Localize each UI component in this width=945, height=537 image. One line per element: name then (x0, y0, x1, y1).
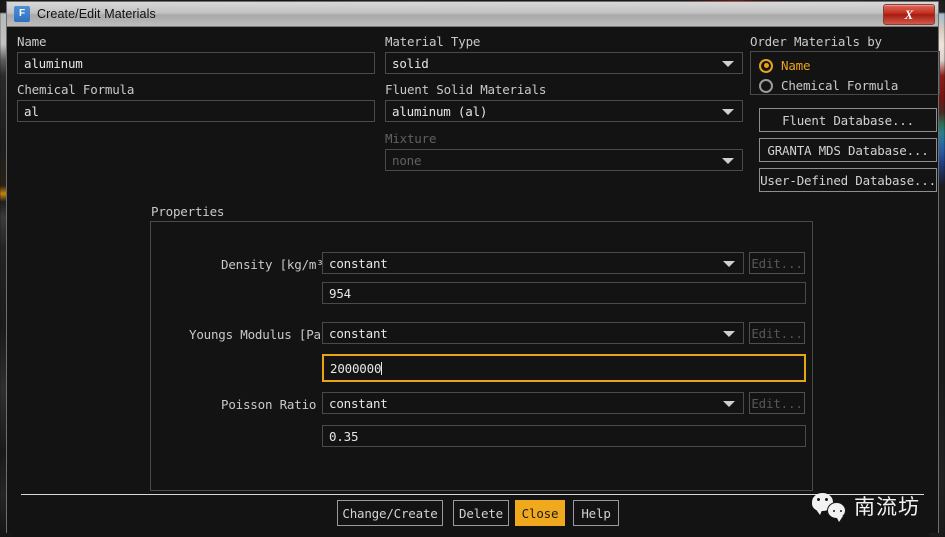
poisson-ratio-edit-button: Edit... (749, 392, 805, 414)
density-label: Density [kg/m³] (221, 257, 331, 272)
fluent-app-icon: F (14, 6, 30, 22)
radio-order-by-name-label: Name (781, 58, 810, 73)
mixture-value: none (392, 153, 421, 168)
delete-button[interactable]: Delete (453, 500, 509, 526)
material-type-label: Material Type (385, 34, 480, 49)
dialog-titlebar[interactable]: F Create/Edit Materials X (7, 2, 938, 27)
density-edit-button: Edit... (749, 252, 805, 274)
close-button[interactable]: Close (515, 500, 565, 526)
user-defined-database-button[interactable]: User-Defined Database... (759, 168, 937, 192)
density-method-value: constant (329, 256, 388, 271)
name-label: Name (17, 34, 46, 49)
chevron-down-icon (722, 61, 734, 67)
chevron-down-icon (722, 158, 734, 164)
order-materials-by-label: Order Materials by (750, 34, 882, 49)
material-type-dropdown[interactable]: solid (385, 52, 743, 74)
change-create-button[interactable]: Change/Create (337, 500, 443, 526)
radio-order-by-chemical-formula[interactable]: Chemical Formula (759, 76, 939, 95)
granta-mds-database-button[interactable]: GRANTA MDS Database... (759, 138, 937, 162)
name-input[interactable]: aluminum (17, 52, 375, 74)
mixture-dropdown: none (385, 149, 743, 171)
radio-unselected-icon (759, 79, 773, 93)
poisson-ratio-value-input[interactable]: 0.35 (322, 425, 806, 447)
material-type-value: solid (392, 56, 429, 71)
order-materials-by-group: Name Chemical Formula (750, 51, 940, 95)
chemical-formula-input[interactable]: al (17, 100, 375, 122)
fluent-database-button[interactable]: Fluent Database... (759, 108, 937, 132)
close-window-icon[interactable]: X (883, 4, 935, 25)
chevron-down-icon (723, 331, 735, 337)
density-method-dropdown[interactable]: constant (322, 252, 744, 274)
youngs-modulus-method-value: constant (329, 326, 388, 341)
poisson-ratio-method-value: constant (329, 396, 388, 411)
watermark: 南流坊 (812, 491, 920, 521)
density-value-input[interactable]: 954 (322, 282, 806, 304)
youngs-modulus-edit-button: Edit... (749, 322, 805, 344)
help-button[interactable]: Help (573, 500, 619, 526)
chemical-formula-label: Chemical Formula (17, 82, 134, 97)
watermark-text: 南流坊 (854, 491, 920, 521)
footer-separator (21, 494, 924, 495)
dialog-body: Name aluminum Chemical Formula al Materi… (7, 27, 938, 533)
mixture-label: Mixture (385, 131, 436, 146)
chevron-down-icon (722, 109, 734, 115)
wechat-icon (812, 493, 846, 519)
poisson-ratio-method-dropdown[interactable]: constant (322, 392, 744, 414)
fluent-solid-materials-label: Fluent Solid Materials (385, 82, 546, 97)
create-edit-materials-dialog: F Create/Edit Materials X Name aluminum … (6, 1, 939, 533)
chevron-down-icon (723, 261, 735, 267)
poisson-ratio-label: Poisson Ratio (221, 397, 316, 412)
chevron-down-icon (723, 401, 735, 407)
fluent-solid-materials-dropdown[interactable]: aluminum (al) (385, 100, 743, 122)
text-caret (381, 362, 382, 375)
radio-order-by-name[interactable]: Name (759, 56, 939, 75)
fluent-solid-materials-value: aluminum (al) (392, 104, 487, 119)
youngs-modulus-method-dropdown[interactable]: constant (322, 322, 744, 344)
youngs-modulus-value-input[interactable]: 2000000 (322, 354, 806, 382)
radio-selected-icon (759, 59, 773, 73)
properties-label: Properties (151, 204, 224, 219)
youngs-modulus-label: Youngs Modulus [Pa] (189, 327, 328, 342)
dialog-title: Create/Edit Materials (37, 7, 156, 21)
youngs-modulus-value-text: 2000000 (330, 361, 381, 376)
radio-order-by-chemical-formula-label: Chemical Formula (781, 78, 898, 93)
